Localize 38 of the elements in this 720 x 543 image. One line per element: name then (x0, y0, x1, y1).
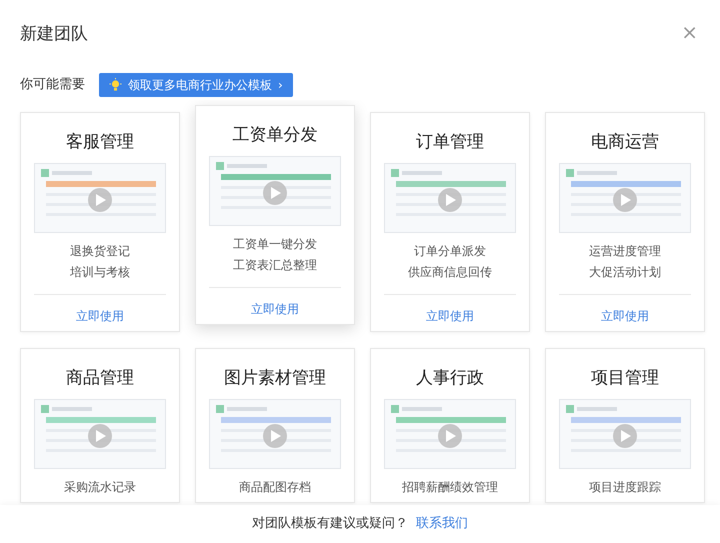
feature-text: 商品配图存档 (238, 479, 312, 496)
template-card[interactable]: 项目管理 项目进度跟踪 (545, 348, 705, 504)
feature-text: 项目进度跟踪 (588, 479, 662, 496)
template-card[interactable]: 客服管理 退换货登记 培训与考核 立即使用 (20, 112, 180, 332)
dialog-title: 新建团队 (20, 23, 88, 46)
feature-text: 退换货登记 (69, 243, 131, 260)
use-now-link[interactable]: 立即使用 (72, 305, 128, 328)
use-now-link[interactable]: 立即使用 (422, 305, 478, 328)
feature-text: 工资单一键分发 (232, 236, 318, 254)
template-card[interactable]: 商品管理 采购流水记录 (20, 348, 180, 504)
card-title: 客服管理 (65, 131, 135, 154)
template-card[interactable]: 工资单分发 工资单一键分发 工资表汇总整理 立即使用 (195, 105, 355, 326)
template-card[interactable]: 人事行政 招聘薪酬绩效管理 (370, 348, 530, 504)
card-title: 电商运营 (590, 131, 660, 154)
template-card[interactable]: 图片素材管理 商品配图存档 (195, 348, 355, 504)
promo-button[interactable]: 领取更多电商行业办公模板 › (99, 73, 293, 97)
feature-text: 大促活动计划 (588, 264, 662, 282)
template-card[interactable]: 电商运营 运营进度管理 大促活动计划 立即使用 (545, 112, 705, 332)
card-title: 图片素材管理 (223, 367, 327, 390)
section-label: 你可能需要 (20, 76, 85, 94)
template-card[interactable]: 订单管理 订单分单派发 供应商信息回传 立即使用 (370, 112, 530, 332)
lightbulb-icon (109, 78, 122, 92)
card-title: 订单管理 (415, 131, 485, 154)
feature-text: 运营进度管理 (588, 243, 662, 260)
feature-text: 采购流水记录 (63, 479, 137, 496)
card-title: 商品管理 (65, 367, 135, 390)
footer-text: 对团队模板有建议或疑问？ (252, 515, 408, 534)
feature-text: 招聘薪酬绩效管理 (401, 479, 499, 496)
feature-text: 供应商信息回传 (407, 264, 493, 282)
feature-text: 培训与考核 (69, 264, 131, 282)
use-now-link[interactable]: 立即使用 (247, 298, 303, 320)
feature-text: 订单分单派发 (413, 243, 487, 260)
card-title: 项目管理 (590, 367, 660, 390)
use-now-link[interactable]: 立即使用 (597, 305, 653, 328)
card-title: 工资单分发 (232, 124, 318, 146)
card-title: 人事行政 (415, 367, 485, 390)
contact-link[interactable]: 联系我们 (416, 514, 468, 534)
feature-text: 工资表汇总整理 (232, 257, 318, 274)
